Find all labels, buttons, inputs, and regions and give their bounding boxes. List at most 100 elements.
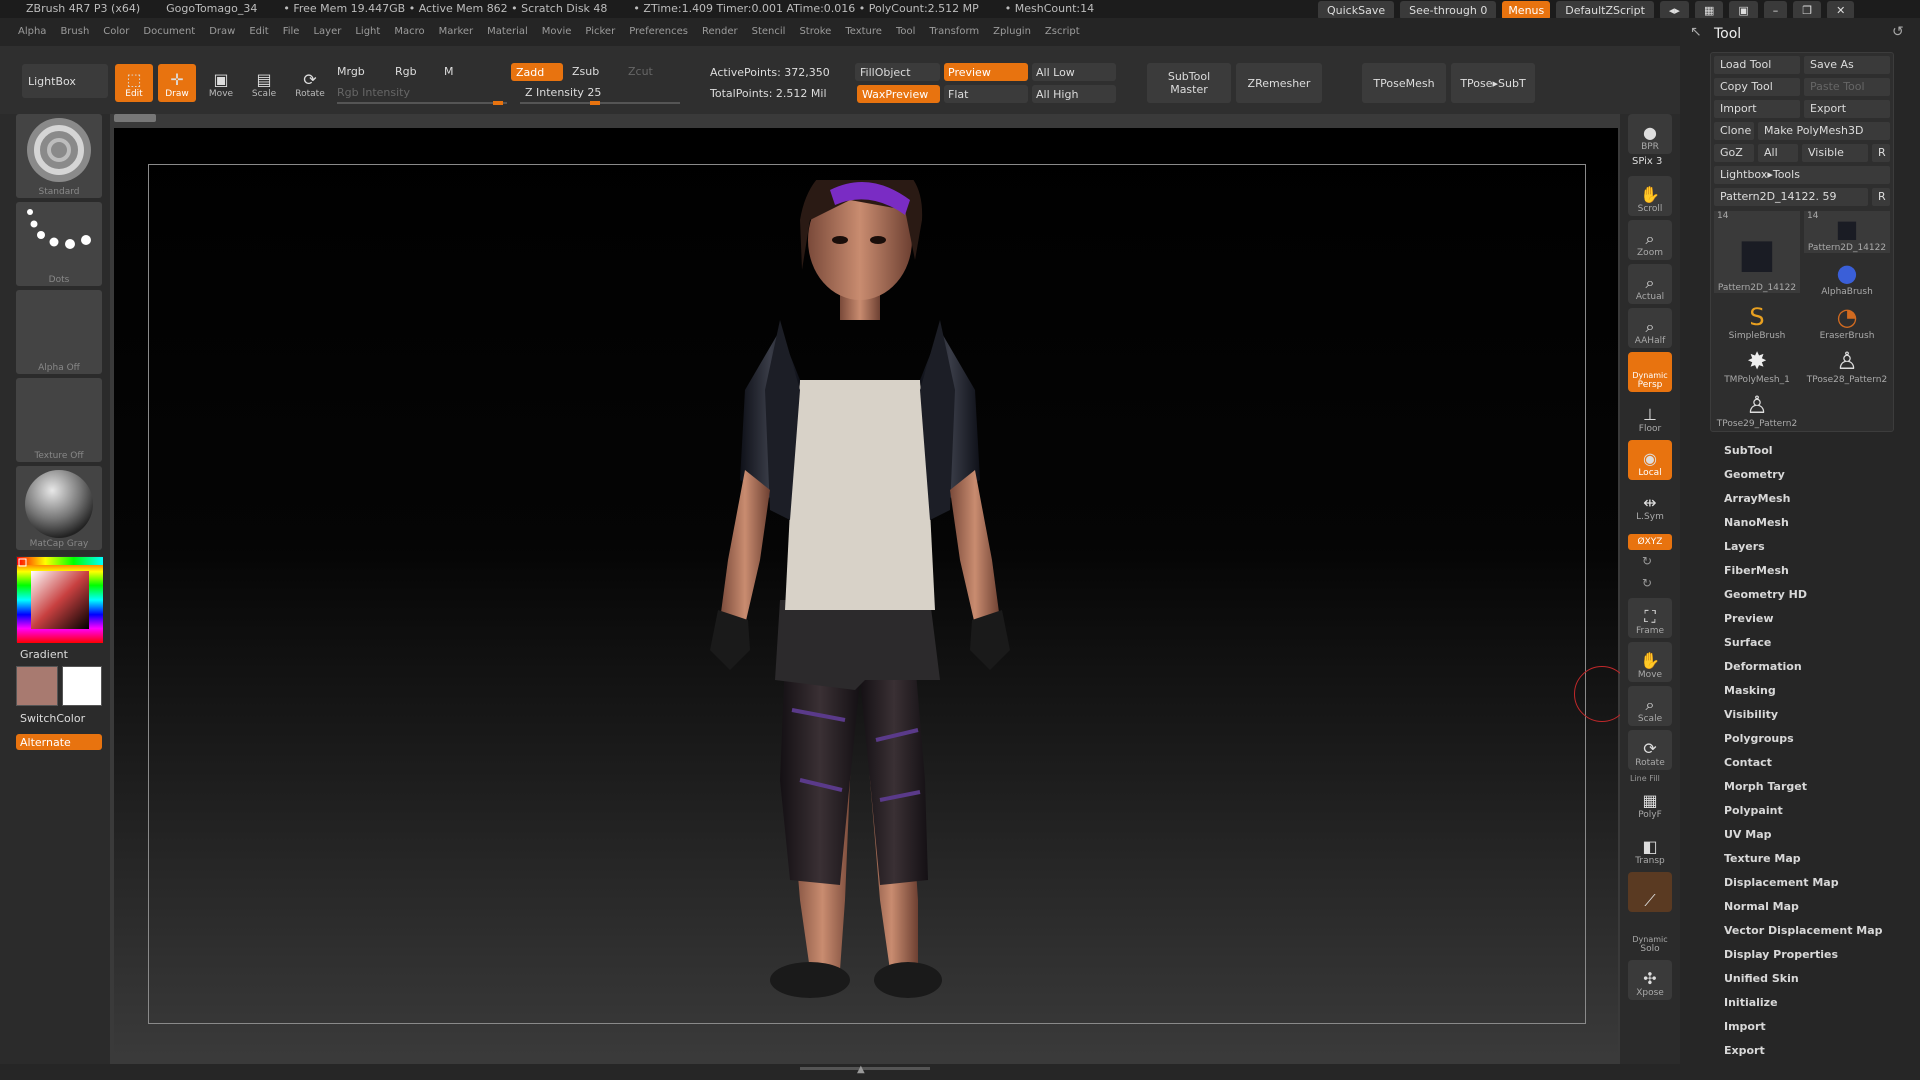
lightbox-tools-button[interactable]: Lightbox▸Tools — [1714, 166, 1890, 184]
tool-menu-layers[interactable]: Layers — [1724, 540, 1765, 553]
tool-menu-preview[interactable]: Preview — [1724, 612, 1774, 625]
draw-button[interactable]: ✛ Draw — [158, 64, 196, 102]
all-button[interactable]: All — [1758, 144, 1798, 162]
tool-menu-geometry-hd[interactable]: Geometry HD — [1724, 588, 1807, 601]
tool-menu-morph-target[interactable]: Morph Target — [1724, 780, 1807, 793]
menu-layer[interactable]: Layer — [313, 26, 341, 37]
tool-menu-visibility[interactable]: Visibility — [1724, 708, 1778, 721]
xpose-button[interactable]: ✣ Xpose — [1628, 960, 1672, 1000]
gradient-label[interactable]: Gradient — [20, 648, 68, 661]
scale-button[interactable]: ▤ Scale — [245, 64, 283, 102]
menu-color[interactable]: Color — [103, 26, 129, 37]
tool-thumb-tmpolymesh[interactable]: ✸ TMPolyMesh_1 — [1714, 343, 1800, 385]
zcut-button[interactable]: Zcut — [628, 65, 653, 78]
tool-thumb-tpose29[interactable]: ♙ TPose29_Pattern2 — [1714, 387, 1800, 429]
tool-menu-contact[interactable]: Contact — [1724, 756, 1772, 769]
scale-view-button[interactable]: ⌕ Scale — [1628, 686, 1672, 726]
tool-menu-unified-skin[interactable]: Unified Skin — [1724, 972, 1799, 985]
flat-button[interactable]: Flat — [944, 85, 1028, 103]
pin-icon[interactable]: ↖ — [1690, 24, 1702, 40]
copy-tool-button[interactable]: Copy Tool — [1714, 78, 1800, 96]
tool-menu-polypaint[interactable]: Polypaint — [1724, 804, 1783, 817]
character-model[interactable] — [650, 180, 1070, 1020]
local-button[interactable]: ◉ Local — [1628, 440, 1672, 480]
main-color-swatch[interactable] — [16, 666, 58, 706]
m-button[interactable]: M — [444, 65, 454, 78]
goz-button[interactable]: GoZ — [1714, 144, 1754, 162]
subtool-master-button[interactable]: SubTool Master — [1147, 63, 1231, 103]
ghost-button[interactable]: ⟋ — [1628, 872, 1672, 912]
zadd-button[interactable]: Zadd — [511, 63, 563, 81]
menu-light[interactable]: Light — [355, 26, 380, 37]
tool-menu-import[interactable]: Import — [1724, 1020, 1766, 1033]
tpose-subt-button[interactable]: TPose▸SubT — [1451, 63, 1535, 103]
floor-button[interactable]: ⊥ Floor — [1628, 396, 1672, 436]
edit-button[interactable]: ⬚ Edit — [115, 64, 153, 102]
current-tool-slider[interactable]: Pattern2D_14122. 59 — [1714, 188, 1868, 206]
expand-tray-icon[interactable]: ▲ — [857, 1064, 865, 1075]
menu-picker[interactable]: Picker — [585, 26, 615, 37]
menu-macro[interactable]: Macro — [394, 26, 424, 37]
tool-menu-nanomesh[interactable]: NanoMesh — [1724, 516, 1789, 529]
save-layout-icon[interactable]: ▣ — [1729, 0, 1758, 20]
z-intensity-slider[interactable] — [520, 101, 680, 105]
menu-transform[interactable]: Transform — [929, 26, 979, 37]
menu-marker[interactable]: Marker — [439, 26, 474, 37]
menu-movie[interactable]: Movie — [542, 26, 572, 37]
reset-icon[interactable]: ↺ — [1892, 24, 1904, 40]
tool-menu-polygroups[interactable]: Polygroups — [1724, 732, 1794, 745]
tool-menu-subtool[interactable]: SubTool — [1724, 444, 1773, 457]
tool-menu-deformation[interactable]: Deformation — [1724, 660, 1802, 673]
color-picker[interactable] — [16, 556, 103, 643]
actual-button[interactable]: ⌕ Actual — [1628, 264, 1672, 304]
menu-brush[interactable]: Brush — [60, 26, 89, 37]
mrgb-button[interactable]: Mrgb — [337, 65, 365, 78]
aahalf-button[interactable]: ⌕ AAHalf — [1628, 308, 1672, 348]
texture-selector[interactable]: Texture Off — [16, 378, 102, 462]
rgb-intensity-slider[interactable] — [337, 101, 507, 105]
alternate-button[interactable]: Alternate — [16, 734, 102, 750]
minimize-icon[interactable]: – — [1763, 0, 1788, 20]
transp-button[interactable]: ◧ Transp — [1628, 828, 1672, 868]
default-zscript-button[interactable]: DefaultZScript — [1556, 0, 1654, 20]
polyf-button[interactable]: ▦ PolyF — [1628, 782, 1672, 822]
tool-menu-export[interactable]: Export — [1724, 1044, 1765, 1057]
layout-icon[interactable]: ◂▸ — [1659, 0, 1689, 20]
menu-zscript[interactable]: Zscript — [1045, 26, 1080, 37]
move-view-button[interactable]: ✋ Move — [1628, 642, 1672, 682]
goz-reset-button[interactable]: R — [1872, 144, 1890, 162]
menu-draw[interactable]: Draw — [209, 26, 235, 37]
menu-render[interactable]: Render — [702, 26, 738, 37]
menus-toggle[interactable]: Menus — [1502, 0, 1551, 20]
preview-button[interactable]: Preview — [944, 63, 1028, 81]
menu-file[interactable]: File — [283, 26, 300, 37]
tool-menu-uv-map[interactable]: UV Map — [1724, 828, 1772, 841]
window-layout-icon[interactable]: ▦ — [1694, 0, 1724, 20]
menu-edit[interactable]: Edit — [249, 26, 268, 37]
fill-object-button[interactable]: FillObject — [855, 63, 940, 81]
tool-menu-geometry[interactable]: Geometry — [1724, 468, 1785, 481]
menu-stencil[interactable]: Stencil — [752, 26, 786, 37]
paste-tool-button[interactable]: Paste Tool — [1804, 78, 1890, 96]
menu-tool[interactable]: Tool — [896, 26, 915, 37]
secondary-color-swatch[interactable] — [62, 666, 102, 706]
alpha-selector[interactable]: Alpha Off — [16, 290, 102, 374]
menu-alpha[interactable]: Alpha — [18, 26, 46, 37]
see-through-slider[interactable]: See-through 0 — [1400, 0, 1497, 20]
menu-stroke[interactable]: Stroke — [799, 26, 831, 37]
tool-menu-arraymesh[interactable]: ArrayMesh — [1724, 492, 1790, 505]
export-button[interactable]: Export — [1804, 100, 1890, 118]
frame-button[interactable]: ⛶ Frame — [1628, 598, 1672, 638]
load-tool-button[interactable]: Load Tool — [1714, 56, 1800, 74]
rotate-axis-2-icon[interactable]: ↻ — [1642, 576, 1652, 590]
rgb-button[interactable]: Rgb — [395, 65, 417, 78]
move-button[interactable]: ▣ Move — [202, 64, 240, 102]
all-high-button[interactable]: All High — [1032, 85, 1116, 103]
menu-document[interactable]: Document — [143, 26, 195, 37]
tool-menu-fibermesh[interactable]: FiberMesh — [1724, 564, 1789, 577]
bottom-tray-handle[interactable] — [800, 1067, 930, 1070]
brush-selector[interactable]: Standard — [16, 114, 102, 198]
clone-button[interactable]: Clone — [1714, 122, 1754, 140]
material-selector[interactable]: MatCap Gray — [16, 466, 102, 550]
document-scroll-handle[interactable] — [114, 114, 156, 122]
